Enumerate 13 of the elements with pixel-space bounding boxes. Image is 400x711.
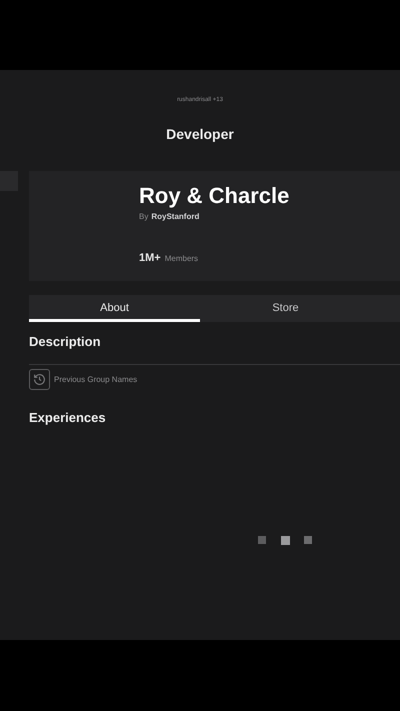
history-icon[interactable] bbox=[29, 369, 50, 390]
tab[interactable]: About bbox=[29, 295, 200, 322]
section-heading: Experiences bbox=[29, 410, 107, 426]
page-title: Developer bbox=[166, 125, 234, 143]
by-label: By bbox=[139, 211, 148, 223]
member-count: 1M+ bbox=[139, 251, 161, 266]
previous-names-link[interactable]: Previous Group Names bbox=[54, 374, 138, 386]
section-heading: Description bbox=[29, 334, 102, 350]
owner-link[interactable]: RoyStanford bbox=[151, 211, 200, 223]
loading-indicator-icon bbox=[258, 536, 313, 545]
group-name: Roy & Charcle bbox=[139, 183, 290, 209]
tab[interactable]: Store bbox=[200, 295, 371, 322]
member-label: Members bbox=[164, 253, 198, 265]
